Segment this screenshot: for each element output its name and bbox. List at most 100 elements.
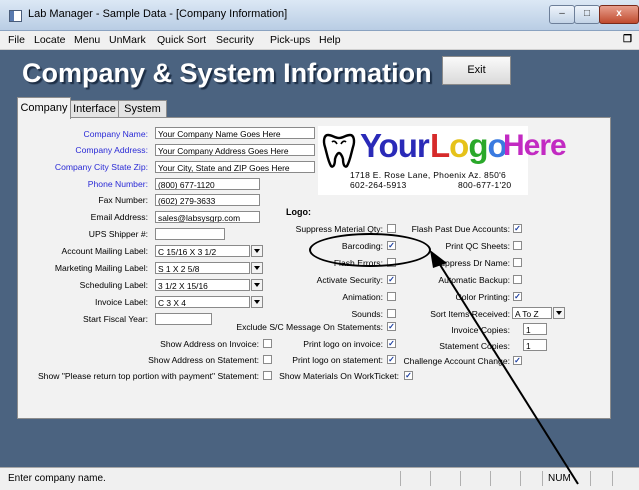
email-label: Email Address: [90,212,148,222]
chevron-down-icon[interactable] [553,307,565,319]
company-logo: Your Logo Here 1718 E. Rose Lane, Phoeni… [318,126,567,195]
menu-menu[interactable]: Menu [74,34,100,46]
sort-items-select[interactable]: A To Z [512,307,552,319]
scheduling-label-select[interactable]: 3 1/2 X 15/16 [155,279,250,291]
logo-label: Logo: [286,207,311,217]
phone-label: Phone Number: [87,179,148,189]
challenge-account-label: Challenge Account Change: [403,356,510,366]
menu-bar: File Locate Menu UnMark Quick Sort Secur… [0,31,639,50]
restore-child-icon[interactable]: ❐ [623,34,632,45]
suppress-material-qty-checkbox[interactable] [387,224,396,233]
maximize-button[interactable]: □ [574,5,600,24]
tooth-icon [322,133,356,168]
minimize-button[interactable]: – [549,5,575,24]
sounds-label: Sounds: [351,309,383,319]
logo-text-logo: Logo [430,127,508,164]
exit-button[interactable]: Exit [442,56,511,85]
ups-input[interactable] [155,228,225,240]
color-printing-checkbox[interactable]: ✓ [513,292,522,301]
fiscal-year-label: Start Fiscal Year: [83,314,148,324]
company-address-input[interactable]: Your Company Address Goes Here [155,144,315,156]
tab-interface[interactable]: Interface [70,100,119,118]
logo-word-here: Here [503,126,567,166]
automatic-backup-checkbox[interactable] [513,275,522,284]
menu-file[interactable]: File [8,34,25,46]
phone-input[interactable]: (800) 677-1120 [155,178,260,190]
menu-quick-sort[interactable]: Quick Sort [157,34,206,46]
company-name-label: Company Name: [83,129,148,139]
exclude-sc-checkbox[interactable]: ✓ [387,322,396,331]
menu-help[interactable]: Help [319,34,341,46]
status-pane-divider [460,471,461,486]
activate-security-checkbox[interactable]: ✓ [387,275,396,284]
show-materials-label: Show Materials On WorkTicket: [279,371,399,381]
lower-background-band [0,430,639,460]
close-button[interactable]: x [599,5,639,24]
app-icon[interactable] [9,10,22,22]
menu-locate[interactable]: Locate [34,34,66,46]
show-address-invoice-label: Show Address on Invoice: [160,339,259,349]
invoice-copies-label: Invoice Copies: [451,325,510,335]
menu-unmark[interactable]: UnMark [109,34,146,46]
flash-past-due-label: Flash Past Due Accounts: [411,224,510,234]
company-city-input[interactable]: Your City, State and ZIP Goes Here [155,161,315,173]
fiscal-year-input[interactable] [155,313,212,325]
fax-input[interactable]: (602) 279-3633 [155,194,260,206]
tab-company[interactable]: Company [17,97,71,119]
company-name-input[interactable]: Your Company Name Goes Here [155,127,315,139]
exclude-sc-label: Exclude S/C Message On Statements: [236,322,383,332]
logo-text-here: Here [503,129,567,162]
email-input[interactable]: sales@labsysgrp.com [155,211,260,223]
animation-checkbox[interactable] [387,292,396,301]
account-label-label: Account Mailing Label: [61,246,148,256]
chevron-down-icon[interactable] [251,279,263,291]
status-bar: Enter company name. NUM [0,467,639,490]
tab-system[interactable]: System [118,100,167,118]
animation-label: Animation: [342,292,383,302]
color-printing-label: Color Printing: [455,292,510,302]
print-qc-sheets-checkbox[interactable] [513,241,522,250]
show-address-statement-checkbox[interactable] [263,355,272,364]
chevron-down-icon[interactable] [251,245,263,257]
invoice-label-select[interactable]: C 3 X 4 [155,296,250,308]
marketing-label-label: Marketing Mailing Label: [54,263,148,273]
marketing-label-select[interactable]: S 1 X 2 5/8 [155,262,250,274]
show-address-statement-label: Show Address on Statement: [148,355,259,365]
logo-word-logo: Logo [430,126,508,166]
challenge-account-checkbox[interactable]: ✓ [513,356,522,365]
highlight-oval [309,233,431,267]
status-pane-divider [612,471,613,486]
company-tab-panel: Company Name: Company Address: Company C… [17,117,611,419]
status-pane-divider [400,471,401,486]
logo-phone-2: 800-677-1'20 [458,180,512,190]
window-title: Lab Manager - Sample Data - [Company Inf… [28,8,288,20]
print-qc-sheets-label: Print QC Sheets: [445,241,510,251]
print-logo-statement-checkbox[interactable]: ✓ [387,355,396,364]
fax-label: Fax Number: [98,195,148,205]
show-address-invoice-checkbox[interactable] [263,339,272,348]
account-label-select[interactable]: C 15/16 X 3 1/2 [155,245,250,257]
company-address-label: Company Address: [75,145,148,155]
sounds-checkbox[interactable] [387,309,396,318]
num-lock-indicator: NUM [548,473,571,484]
menu-security[interactable]: Security [216,34,254,46]
print-logo-invoice-checkbox[interactable]: ✓ [387,339,396,348]
suppress-dr-name-checkbox[interactable] [513,258,522,267]
show-return-portion-checkbox[interactable] [263,371,272,380]
scheduling-label-label: Scheduling Label: [79,280,148,290]
show-materials-checkbox[interactable]: ✓ [404,371,413,380]
status-pane-divider [520,471,521,486]
flash-past-due-checkbox[interactable]: ✓ [513,224,522,233]
show-return-portion-label: Show "Please return top portion with pay… [37,371,259,381]
menu-pick-ups[interactable]: Pick-ups [270,34,310,46]
logo-word-your: Your [360,126,430,166]
print-logo-statement-label: Print logo on statement: [292,355,383,365]
print-logo-invoice-label: Print logo on invoice: [303,339,383,349]
status-pane-divider [542,471,543,486]
status-pane-divider [430,471,431,486]
invoice-copies-input[interactable]: 1 [523,323,547,335]
chevron-down-icon[interactable] [251,262,263,274]
statement-copies-input[interactable]: 1 [523,339,547,351]
chevron-down-icon[interactable] [251,296,263,308]
ups-label: UPS Shipper #: [88,229,148,239]
